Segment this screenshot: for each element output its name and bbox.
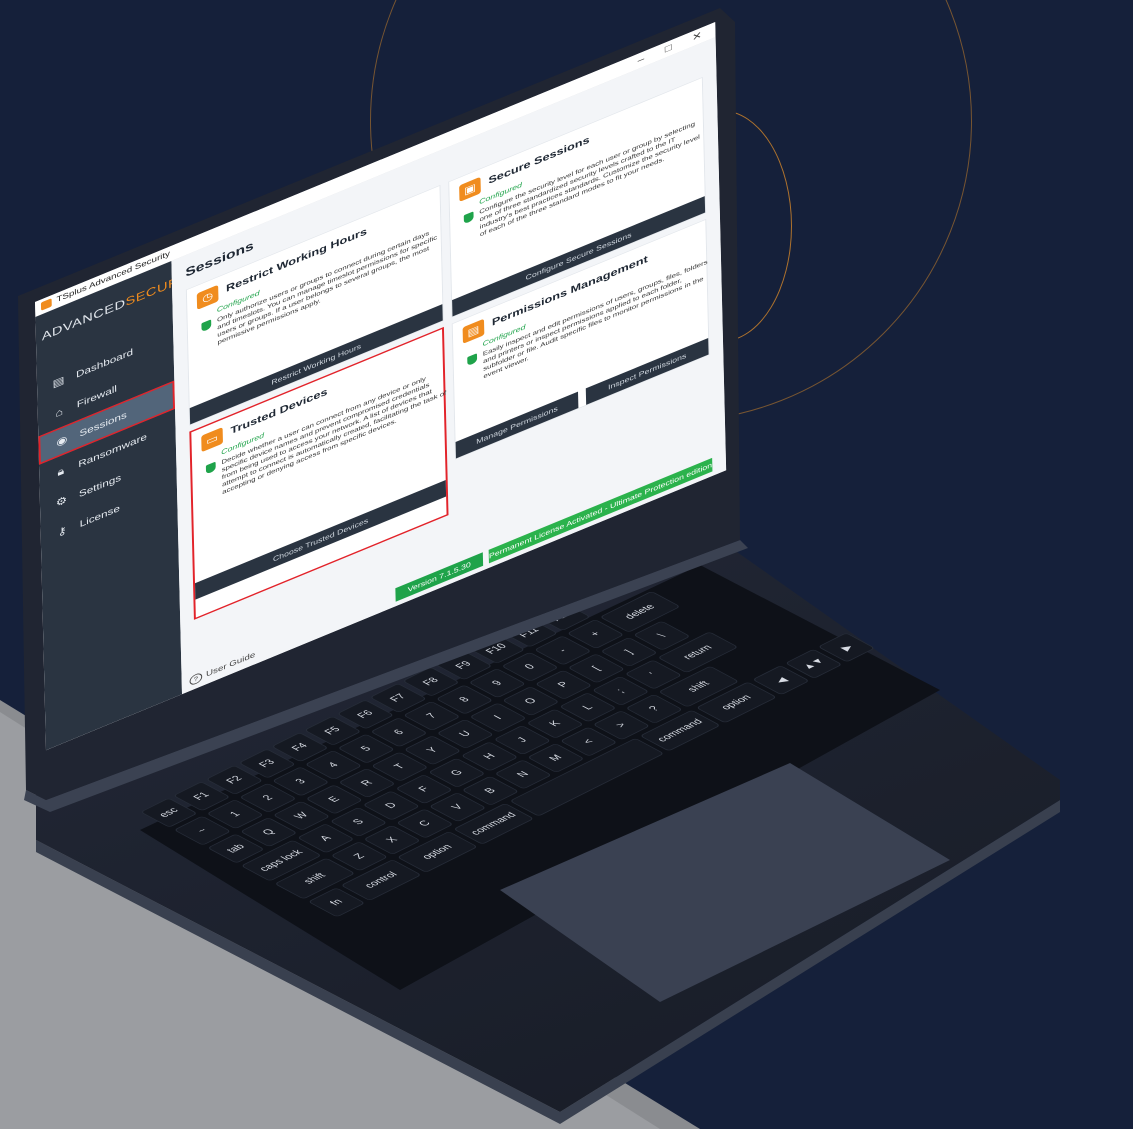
marketing-scene: escF1F2F3F4F5F6F7F8F9F10F11F12~123456789… [0,0,1133,1129]
minimize-button[interactable]: – [637,53,644,66]
sidebar: ADVANCEDSECURITY ▤ Dashboard ⌂ Firewall … [35,260,203,751]
app-logo-icon [40,298,52,311]
gear-icon: ⚙ [55,493,68,510]
dashboard-icon: ▤ [52,373,65,390]
firewall-icon: ⌂ [55,404,64,420]
shield-icon [467,353,478,367]
monitor-icon: ▣ [459,176,481,202]
lock-icon: 🔒︎ [57,464,65,479]
key-icon: ⚷ [57,523,67,539]
device-icon: ▭ [201,426,223,453]
help-icon: ? [189,671,203,687]
manage-permissions-button[interactable]: Manage Permissions [455,391,579,459]
shield-icon [201,319,212,333]
maximize-button[interactable]: □ [665,41,672,54]
shield-icon [463,211,474,225]
close-button[interactable]: ✕ [692,29,702,43]
shield-icon [205,461,216,475]
inspect-permissions-button[interactable]: Inspect Permissions [585,338,709,405]
sidebar-item-label: License [79,502,121,530]
sessions-icon: ◉ [56,432,68,449]
folder-icon: ▤ [462,318,485,344]
clock-icon: ◷ [196,284,219,310]
